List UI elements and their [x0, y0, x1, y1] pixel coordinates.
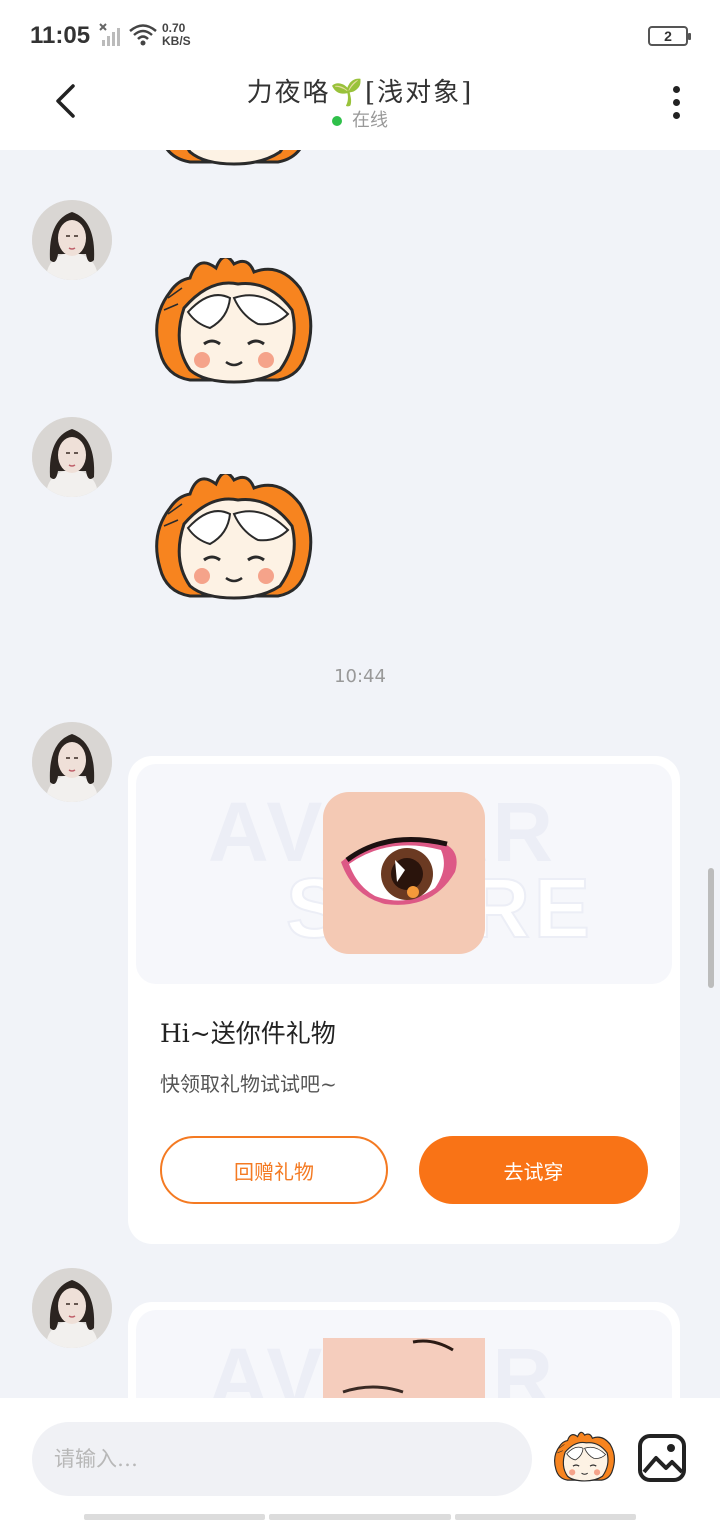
avatar[interactable] — [32, 722, 112, 802]
online-dot-icon — [332, 116, 342, 126]
chat-title: 力夜咯🌱[浅对象] — [246, 78, 474, 108]
avatar[interactable] — [32, 1268, 112, 1348]
scrollbar[interactable] — [708, 868, 714, 988]
chat-messages[interactable]: 10:44 AVATAR STORE Hi~送你件礼物 快领取礼物试试吧~ 回赠… — [0, 150, 720, 1398]
image-icon[interactable] — [636, 1432, 688, 1484]
gift-eye-image[interactable] — [323, 792, 485, 954]
more-button[interactable] — [658, 80, 694, 124]
battery-icon: 2 — [648, 26, 691, 46]
navigation-hint-bar — [84, 1514, 636, 1520]
gift-brow-image[interactable] — [323, 1338, 485, 1398]
emoji-sticker-icon[interactable] — [552, 1430, 618, 1486]
gift-title: Hi~送你件礼物 — [160, 1019, 336, 1048]
sticker-message[interactable] — [150, 474, 320, 604]
online-status: 在线 — [0, 106, 720, 132]
sticker-message[interactable] — [150, 150, 320, 170]
back-button[interactable] — [40, 76, 90, 126]
gift-card[interactable]: AVATAR STORE Hi~送你件礼物 快领取礼物试试吧~ 回赠礼物 去试穿 — [128, 756, 680, 1244]
gift-banner: AVATAR — [136, 1310, 672, 1398]
online-status-label: 在线 — [352, 110, 388, 131]
chat-header: 力夜咯🌱[浅对象] 在线 — [0, 70, 720, 150]
input-bar — [0, 1398, 720, 1520]
status-time: 11:05 — [30, 22, 91, 49]
avatar[interactable] — [32, 417, 112, 497]
message-timestamp: 10:44 — [334, 666, 386, 687]
net-speed-unit: KB/S — [162, 34, 191, 48]
try-on-button[interactable]: 去试穿 — [419, 1136, 648, 1204]
chevron-left-icon — [56, 84, 75, 118]
signal-icon — [98, 22, 126, 48]
wifi-icon — [128, 22, 158, 48]
more-vertical-icon — [672, 85, 680, 93]
avatar[interactable] — [32, 200, 112, 280]
sticker-message[interactable] — [150, 258, 320, 388]
gift-card[interactable]: AVATAR — [128, 1302, 680, 1398]
net-speed-value: 0.70 — [162, 21, 186, 35]
message-input[interactable] — [32, 1422, 532, 1496]
status-bar: 11:05 0.70 KB/S 2 — [0, 0, 720, 70]
gift-banner: AVATAR STORE — [136, 764, 672, 984]
net-speed: 0.70 KB/S — [162, 22, 191, 48]
return-gift-button[interactable]: 回赠礼物 — [160, 1136, 388, 1204]
gift-subtitle: 快领取礼物试试吧~ — [160, 1072, 337, 1096]
